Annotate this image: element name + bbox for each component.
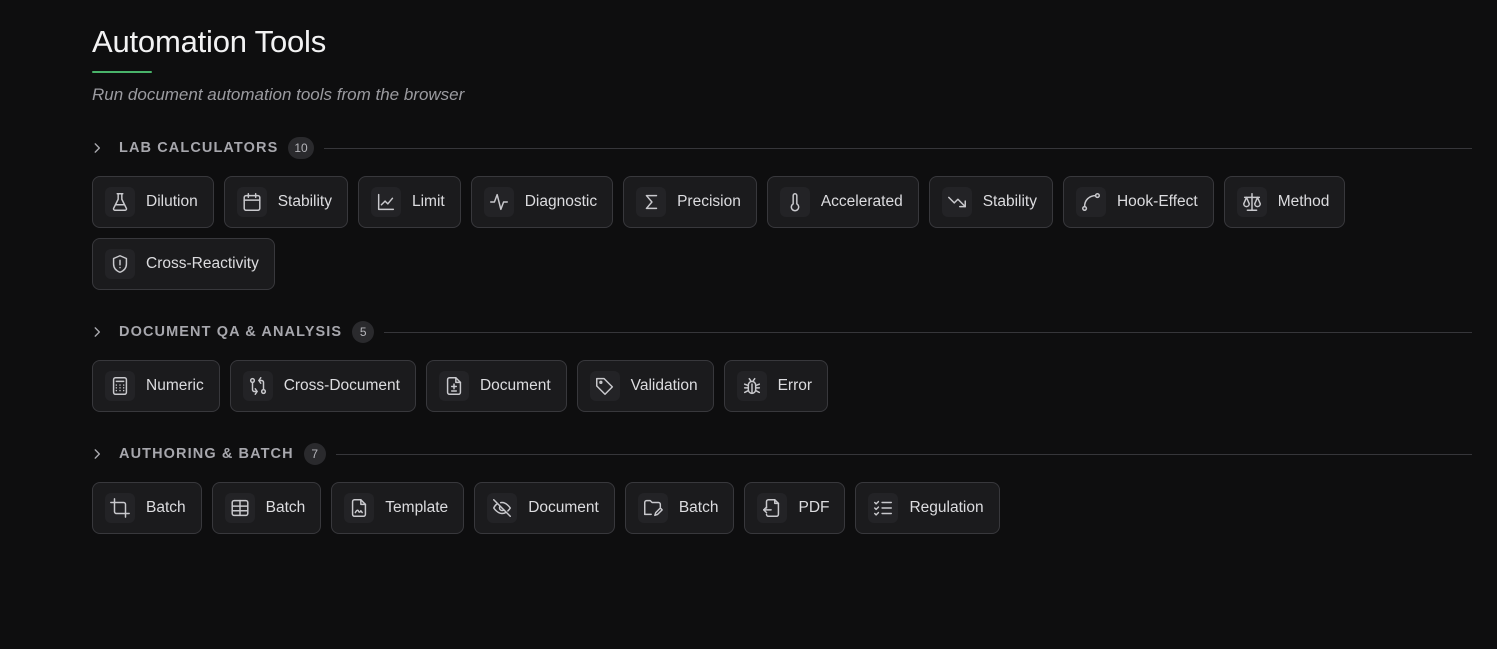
tool-label: Dilution: [146, 193, 198, 210]
tool-button[interactable]: Cross-Reactivity: [92, 238, 275, 290]
calculator-icon: [105, 371, 135, 401]
section-divider: [323, 147, 1472, 149]
tool-label: Stability: [277, 193, 332, 210]
crop-icon: [105, 493, 135, 523]
tool-button[interactable]: PDF: [744, 482, 846, 534]
tool-button[interactable]: Stability: [928, 176, 1053, 228]
tool-label: Cross-Document: [283, 377, 400, 394]
tool-label: PDF: [798, 499, 830, 516]
activity-icon: [483, 187, 514, 217]
tag-icon: [589, 371, 620, 401]
tool-label: Template: [385, 499, 449, 516]
tool-grid: Numeric Cross-Document Document Validation E…: [92, 360, 1382, 412]
section-count-badge: 7: [303, 443, 326, 465]
section-header-toggle[interactable]: LAB CALCULATORS 10: [90, 136, 1472, 160]
tool-button[interactable]: Cross-Document: [229, 360, 416, 412]
tool-label: Limit: [411, 193, 445, 210]
tool-button[interactable]: Accelerated: [766, 176, 919, 228]
tool-label: Error: [777, 377, 813, 394]
tool-label: Regulation: [909, 499, 984, 516]
tool-label: Diagnostic: [524, 193, 598, 210]
thermometer-icon: [779, 187, 810, 217]
tool-button[interactable]: Batch: [92, 482, 202, 534]
tool-button[interactable]: Method: [1223, 176, 1346, 228]
tool-button[interactable]: Error: [723, 360, 829, 412]
tool-button[interactable]: Dilution: [92, 176, 214, 228]
tool-label: Validation: [630, 377, 698, 394]
section-header-toggle[interactable]: DOCUMENT QA & ANALYSIS 5: [90, 320, 1472, 344]
sigma-icon: [636, 187, 667, 217]
chevron-right-icon: [90, 325, 104, 339]
tool-button[interactable]: Batch: [624, 482, 735, 534]
section-title: DOCUMENT QA & ANALYSIS: [119, 324, 343, 340]
page-title: Automation Tools: [92, 24, 327, 59]
tool-button[interactable]: Batch: [211, 482, 322, 534]
chevron-right-icon: [90, 141, 104, 155]
tool-button[interactable]: Document: [425, 360, 567, 412]
tool-label: Batch: [678, 499, 719, 516]
trending-down-icon: [941, 187, 972, 217]
file-signature-icon: [344, 493, 375, 523]
automation-tools-page: Automation Tools Run document automation…: [0, 0, 1497, 649]
tool-grid: Batch Batch Template Document Batch PDF Regula…: [92, 482, 1382, 534]
tool-button[interactable]: Stability: [223, 176, 348, 228]
tool-label: Accelerated: [820, 193, 903, 210]
tool-button[interactable]: Limit: [357, 176, 461, 228]
tool-section: AUTHORING & BATCH 7 Batch Batch Template Docu…: [92, 442, 1472, 534]
tool-label: Cross-Reactivity: [146, 255, 259, 272]
tool-button[interactable]: Diagnostic: [470, 176, 614, 228]
file-diff-icon: [438, 371, 469, 401]
eye-off-icon: [487, 493, 518, 523]
section-count-badge: 10: [288, 137, 314, 159]
tool-label: Method: [1277, 193, 1330, 210]
folder-pen-icon: [637, 493, 668, 523]
title-underline: [92, 71, 152, 73]
tool-button[interactable]: Precision: [623, 176, 757, 228]
section-title: AUTHORING & BATCH: [119, 446, 294, 462]
tool-label: Document: [528, 499, 599, 516]
curve-icon: [1075, 187, 1106, 217]
tool-section: LAB CALCULATORS 10 Dilution Stability Limit D…: [92, 136, 1472, 290]
tool-grid: Dilution Stability Limit Diagnostic Precisio…: [92, 176, 1382, 290]
list-checks-icon: [868, 493, 899, 523]
tool-button[interactable]: Document: [474, 482, 615, 534]
tool-label: Batch: [265, 499, 306, 516]
shield-alert-icon: [105, 249, 135, 279]
calendar-icon: [236, 187, 267, 217]
tool-label: Document: [479, 377, 551, 394]
chevron-right-icon: [90, 447, 104, 461]
line-chart-icon: [370, 187, 401, 217]
section-divider: [384, 331, 1472, 333]
bug-icon: [736, 371, 767, 401]
table-icon: [224, 493, 255, 523]
section-divider: [335, 453, 1472, 455]
tool-section: DOCUMENT QA & ANALYSIS 5 Numeric Cross-Docu…: [92, 320, 1472, 412]
section-count-badge: 5: [352, 321, 375, 343]
page-subtitle: Run document automation tools from the b…: [92, 85, 465, 104]
section-header-toggle[interactable]: AUTHORING & BATCH 7: [90, 442, 1472, 466]
scale-icon: [1236, 187, 1267, 217]
tool-label: Stability: [982, 193, 1037, 210]
tool-label: Numeric: [146, 377, 204, 394]
tool-label: Precision: [677, 193, 741, 210]
file-export-icon: [757, 493, 788, 523]
tool-button[interactable]: Template: [331, 482, 465, 534]
flask-icon: [105, 187, 135, 217]
tool-label: Batch: [146, 499, 186, 516]
git-compare-icon: [242, 371, 273, 401]
tool-button[interactable]: Numeric: [92, 360, 220, 412]
tool-button[interactable]: Hook-Effect: [1062, 176, 1214, 228]
tool-button[interactable]: Regulation: [855, 482, 1000, 534]
tool-label: Hook-Effect: [1116, 193, 1198, 210]
section-title: LAB CALCULATORS: [119, 140, 279, 156]
tool-button[interactable]: Validation: [576, 360, 714, 412]
